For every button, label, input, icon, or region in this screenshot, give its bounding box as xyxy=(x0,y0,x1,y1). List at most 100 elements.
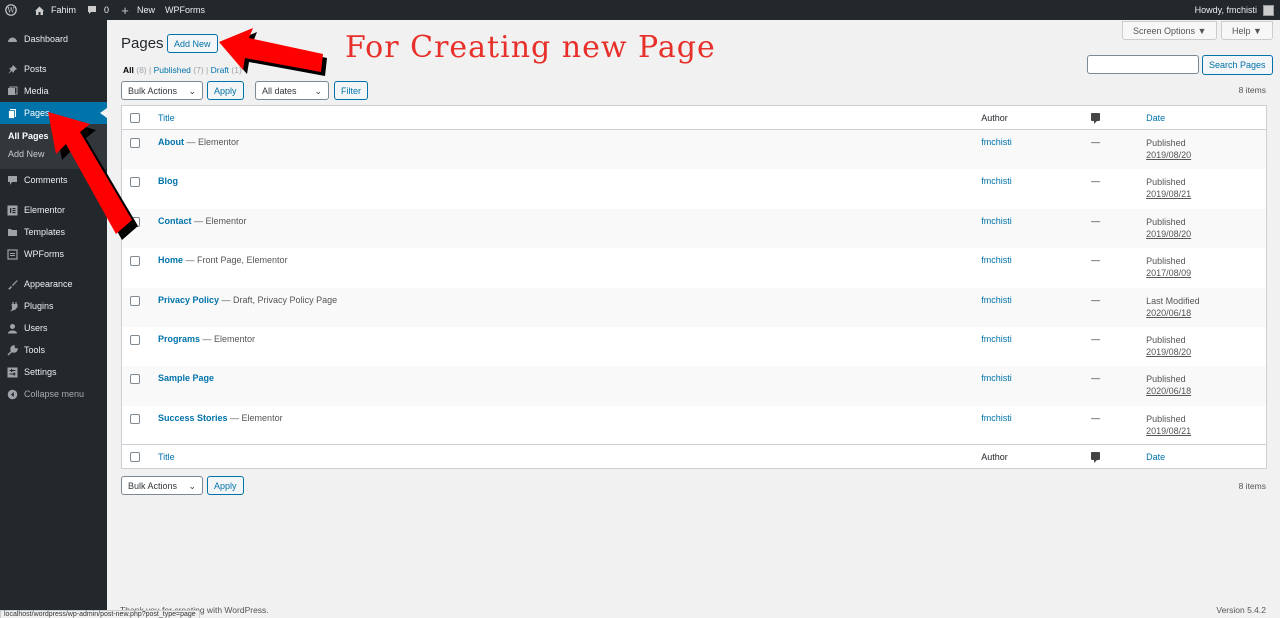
help-button[interactable]: Help ▼ xyxy=(1221,21,1273,40)
bulk-actions-value: Bulk Actions xyxy=(128,85,178,96)
row-author-cell: fmchisti xyxy=(981,373,1091,383)
browser-status-bar: localhost/wordpress/wp-admin/post-new.ph… xyxy=(0,610,200,618)
column-comments-footer[interactable] xyxy=(1091,451,1146,463)
avatar xyxy=(1263,4,1274,16)
screen-options-button[interactable]: Screen Options ▼ xyxy=(1122,21,1218,40)
row-checkbox[interactable] xyxy=(130,256,140,267)
sidebar-item-wpforms[interactable]: WPForms xyxy=(0,243,107,265)
comments-count: 0 xyxy=(104,5,110,15)
row-date: 2019/08/20 xyxy=(1146,346,1192,357)
row-date-cell: Published 2017/08/09 xyxy=(1146,255,1266,279)
row-title-link[interactable]: Home xyxy=(158,255,183,265)
row-comments: — xyxy=(1091,137,1101,147)
row-author-link[interactable]: fmchisti xyxy=(981,295,1012,305)
sidebar-item-posts[interactable]: Posts xyxy=(0,58,107,80)
admin-bar: W Fahim 0 + New WPForms Howdy, fmchisti xyxy=(0,0,1280,20)
row-title-cell: Privacy Policy — Draft, Privacy Policy P… xyxy=(140,295,981,305)
row-title-link[interactable]: Sample Page xyxy=(158,373,214,383)
row-checkbox[interactable] xyxy=(130,334,140,345)
row-author-link[interactable]: fmchisti xyxy=(981,413,1012,423)
search-pages-button[interactable]: Search Pages xyxy=(1202,55,1273,75)
row-title-cell: Blog xyxy=(140,176,981,186)
row-title-link[interactable]: Privacy Policy xyxy=(158,295,219,305)
collapse-icon xyxy=(7,389,18,400)
sidebar-item-appearance[interactable]: Appearance xyxy=(0,273,107,295)
sidebar-label: Users xyxy=(24,323,48,333)
column-title-link[interactable]: Title xyxy=(158,113,175,123)
row-title-link[interactable]: Success Stories xyxy=(158,413,228,423)
column-author-header: Author xyxy=(981,112,1008,123)
row-author-link[interactable]: fmchisti xyxy=(981,216,1012,226)
column-date-link[interactable]: Date xyxy=(1146,452,1165,462)
row-checkbox[interactable] xyxy=(130,413,140,424)
row-title-cell: About — Elementor xyxy=(140,137,981,147)
sidebar-item-plugins[interactable]: Plugins xyxy=(0,295,107,317)
row-author-link[interactable]: fmchisti xyxy=(981,373,1012,383)
sidebar-item-users[interactable]: Users xyxy=(0,317,107,339)
row-checkbox[interactable] xyxy=(130,374,140,385)
row-title-link[interactable]: Programs xyxy=(158,334,200,344)
row-title-cell: Programs — Elementor xyxy=(140,334,981,344)
column-date-footer[interactable]: Date xyxy=(1146,451,1266,463)
row-author-link[interactable]: fmchisti xyxy=(981,255,1012,265)
row-date: 2019/08/21 xyxy=(1146,425,1192,436)
row-author-link[interactable]: fmchisti xyxy=(981,176,1012,186)
row-date: 2019/08/21 xyxy=(1146,189,1192,200)
bulk-actions-select-top[interactable]: Bulk Actions ⌄ xyxy=(121,81,203,100)
site-name-link[interactable]: Fahim xyxy=(28,0,81,20)
row-comments: — xyxy=(1091,373,1101,384)
row-state: — Elementor xyxy=(200,333,256,344)
row-date-cell: Published 2019/08/21 xyxy=(1146,176,1266,200)
site-name: Fahim xyxy=(51,5,77,15)
bulk-actions-select-bottom[interactable]: Bulk Actions ⌄ xyxy=(121,476,203,495)
row-date: 2019/08/20 xyxy=(1146,150,1192,160)
forms-icon xyxy=(7,248,18,260)
pages-table: Title Author Date About — Elementor fmchi… xyxy=(121,105,1267,469)
folder-icon xyxy=(7,227,18,238)
bulk-actions-value: Bulk Actions xyxy=(128,480,178,491)
annotation-text: For Creating new Page xyxy=(345,30,716,65)
wpforms-link[interactable]: WPForms xyxy=(160,0,210,20)
new-content-link[interactable]: + New xyxy=(114,0,160,20)
select-all-checkbox-bottom[interactable] xyxy=(130,451,140,462)
apply-button-bottom[interactable]: Apply xyxy=(207,476,244,495)
page-title: Pages xyxy=(121,35,164,52)
column-title-footer[interactable]: Title xyxy=(140,452,981,462)
wordpress-logo[interactable]: W xyxy=(0,0,28,20)
column-date-link[interactable]: Date xyxy=(1146,113,1165,123)
collapse-menu-button[interactable]: Collapse menu xyxy=(0,383,107,405)
sidebar-label: Dashboard xyxy=(24,34,69,44)
table-header: Title Author Date xyxy=(122,106,1266,130)
column-date-header[interactable]: Date xyxy=(1146,112,1266,124)
comment-bubble-icon xyxy=(1091,112,1101,124)
row-state: — Elementor xyxy=(184,137,240,147)
filter-all-link[interactable]: All xyxy=(123,65,134,75)
filter-published-link[interactable]: Published (7) xyxy=(154,65,204,75)
comments-link[interactable]: 0 xyxy=(81,0,114,20)
row-title-link[interactable]: About xyxy=(158,137,184,147)
column-title-header[interactable]: Title xyxy=(140,113,981,123)
add-new-page-button[interactable]: Add New xyxy=(167,34,218,53)
row-author-link[interactable]: fmchisti xyxy=(981,334,1012,344)
filter-button[interactable]: Filter xyxy=(334,81,368,100)
sidebar-item-settings[interactable]: Settings xyxy=(0,361,107,383)
search-pages-input[interactable] xyxy=(1087,55,1199,74)
my-account[interactable]: Howdy, fmchisti xyxy=(1195,4,1280,16)
column-title-link[interactable]: Title xyxy=(158,452,175,462)
row-checkbox[interactable] xyxy=(130,295,140,306)
annotation-arrow-right xyxy=(219,28,327,76)
sidebar-item-dashboard[interactable]: Dashboard xyxy=(0,28,107,50)
row-date-cell: Published 2019/08/21 xyxy=(1146,413,1266,437)
row-title-link[interactable]: Blog xyxy=(158,176,178,186)
column-comments-header[interactable] xyxy=(1091,112,1146,124)
row-author-link[interactable]: fmchisti xyxy=(981,137,1012,147)
table-body: About — Elementor fmchisti — Published 2019/… xyxy=(122,130,1266,445)
row-title-cell: Home — Front Page, Elementor xyxy=(140,255,981,265)
row-author-cell: fmchisti xyxy=(981,255,1091,265)
annotation-arrow-left xyxy=(48,112,138,240)
sidebar-item-media[interactable]: Media xyxy=(0,80,107,102)
items-count-top: 8 items xyxy=(1238,85,1266,95)
row-state: — Draft, Privacy Policy Page xyxy=(219,294,338,305)
sidebar-item-tools[interactable]: Tools xyxy=(0,339,107,361)
row-title-link[interactable]: Contact xyxy=(158,216,192,226)
